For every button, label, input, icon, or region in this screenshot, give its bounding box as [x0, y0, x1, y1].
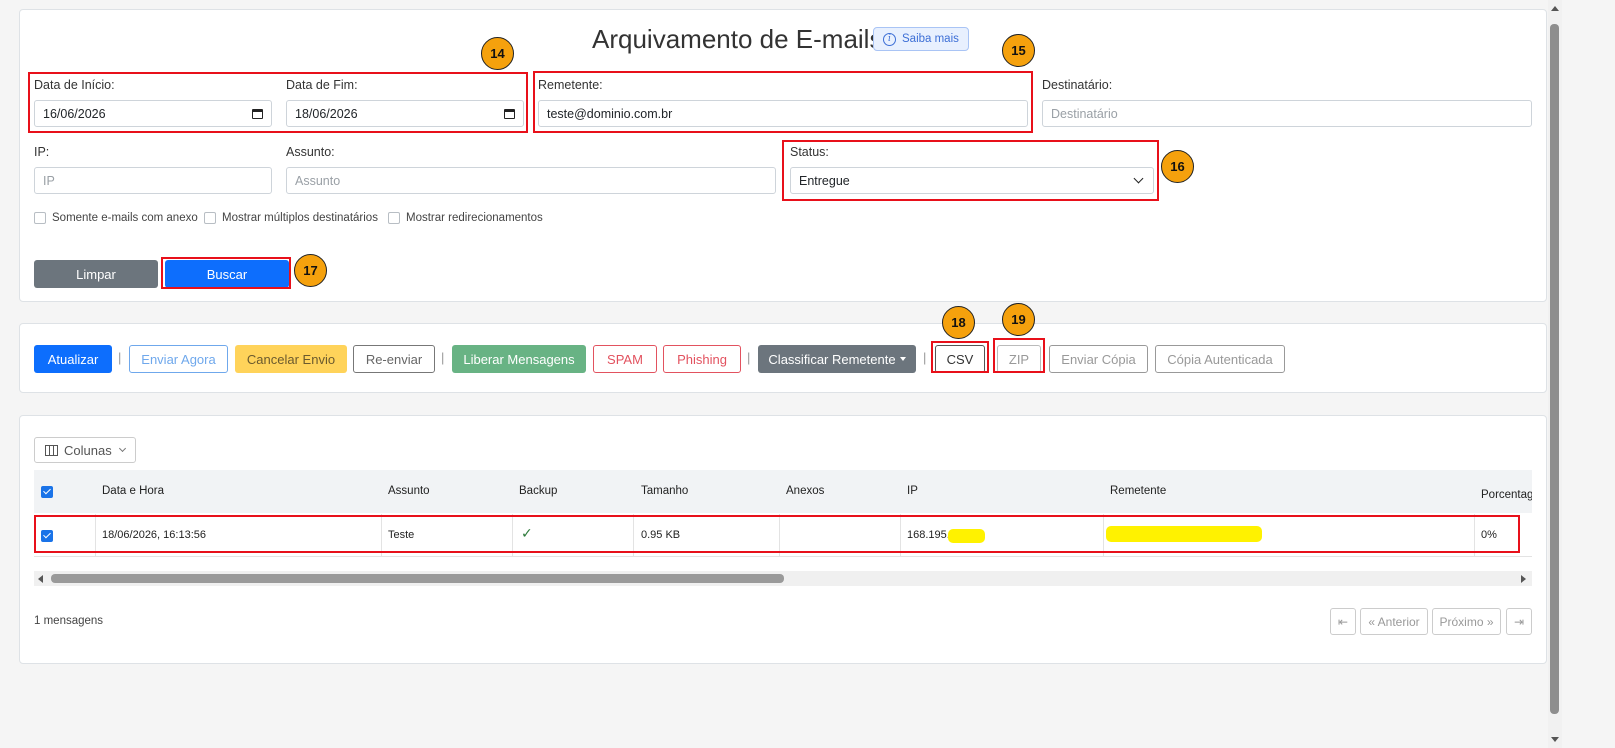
atualizar-button[interactable]: Atualizar [34, 345, 112, 373]
annotation-badge-14: 14 [481, 37, 514, 70]
column-header-porcentagem[interactable]: Porcentage [1481, 489, 1532, 501]
assunto-placeholder: Assunto [295, 173, 341, 188]
highlight-csv [931, 341, 989, 373]
annotation-badge-19: 19 [1002, 303, 1035, 336]
scroll-down-icon[interactable] [1551, 737, 1559, 742]
toolbar-separator: | [441, 350, 445, 365]
cancelar-envio-button[interactable]: Cancelar Envio [235, 345, 347, 373]
scrollbar-thumb[interactable] [51, 574, 784, 583]
classificar-remetente-button[interactable]: Classificar Remetente [758, 345, 916, 373]
enviar-copia-button[interactable]: Enviar Cópia [1049, 345, 1148, 373]
column-header-data-hora[interactable]: Data e Hora [102, 485, 164, 497]
highlight-zip [993, 338, 1045, 373]
last-page-button[interactable]: ⇥ [1506, 608, 1532, 635]
scroll-right-icon[interactable] [1521, 575, 1526, 583]
highlight-buscar [161, 257, 291, 289]
info-circle-icon: i [883, 32, 896, 46]
limpar-button[interactable]: Limpar [34, 260, 158, 288]
chevron-down-icon [118, 444, 126, 453]
liberar-mensagens-button[interactable]: Liberar Mensagens [452, 345, 586, 373]
enviar-agora-button[interactable]: Enviar Agora [129, 345, 228, 373]
anexo-checkbox[interactable] [34, 212, 46, 224]
destinatario-label: Destinatário: [1042, 78, 1113, 92]
destinatario-input[interactable]: Destinatário [1042, 100, 1532, 127]
table-header-row [34, 470, 1532, 513]
multiplos-destinatarios-label: Mostrar múltiplos destinatários [222, 212, 378, 224]
saiba-mais-label: Saiba mais [902, 33, 959, 45]
proximo-button[interactable]: Próximo » [1432, 608, 1501, 635]
highlight-row [34, 515, 1520, 553]
annotation-badge-16: 16 [1161, 150, 1194, 183]
saiba-mais-button[interactable]: i Saiba mais [873, 27, 969, 51]
redirecionamentos-label: Mostrar redirecionamentos [406, 212, 543, 224]
destinatario-placeholder: Destinatário [1051, 106, 1118, 121]
message-count: 1 mensagens [34, 615, 104, 627]
column-header-remetente[interactable]: Remetente [1110, 485, 1166, 497]
page-scrollbar-thumb[interactable] [1550, 24, 1559, 714]
column-header-assunto[interactable]: Assunto [388, 485, 430, 497]
caret-down-icon [899, 357, 906, 361]
column-header-ip[interactable]: IP [907, 485, 918, 497]
ip-label: IP: [34, 145, 50, 159]
anexo-checkbox-label: Somente e-mails com anexo [52, 212, 198, 224]
column-header-anexos[interactable]: Anexos [786, 485, 824, 497]
toolbar-separator: | [923, 350, 927, 365]
highlight-remetente [533, 71, 1033, 133]
column-header-tamanho[interactable]: Tamanho [641, 485, 688, 497]
multiplos-destinatarios-checkbox[interactable] [204, 212, 216, 224]
phishing-button[interactable]: Phishing [663, 345, 741, 373]
annotation-badge-17: 17 [294, 254, 327, 287]
assunto-label: Assunto: [286, 145, 335, 159]
columns-icon [45, 444, 58, 456]
column-header-backup[interactable]: Backup [519, 485, 557, 497]
assunto-input[interactable]: Assunto [286, 167, 776, 194]
highlight-status [782, 140, 1159, 201]
toolbar-separator: | [747, 350, 751, 365]
anterior-button[interactable]: « Anterior [1360, 608, 1428, 635]
classificar-remetente-label: Classificar Remetente [768, 351, 896, 367]
scroll-up-icon[interactable] [1551, 6, 1559, 11]
spam-button[interactable]: SPAM [593, 345, 657, 373]
ip-input[interactable]: IP [34, 167, 272, 194]
redirecionamentos-checkbox[interactable] [388, 212, 400, 224]
annotation-badge-15: 15 [1002, 34, 1035, 67]
first-page-button[interactable]: ⇤ [1330, 608, 1356, 635]
colunas-button[interactable]: Colunas [34, 437, 136, 463]
column-header-porcentagem-clip: Porcentage [1481, 485, 1532, 503]
annotation-badge-18: 18 [942, 306, 975, 339]
ip-placeholder: IP [43, 173, 55, 188]
scroll-left-icon[interactable] [38, 575, 43, 583]
colunas-label: Colunas [64, 442, 112, 458]
page-title: Arquivamento de E-mails [592, 24, 883, 54]
toolbar-separator: | [118, 350, 122, 365]
select-all-checkbox[interactable] [41, 486, 53, 498]
copia-autenticada-button[interactable]: Cópia Autenticada [1155, 345, 1285, 373]
reenviar-button[interactable]: Re-enviar [353, 345, 435, 373]
highlight-dates [28, 72, 528, 133]
